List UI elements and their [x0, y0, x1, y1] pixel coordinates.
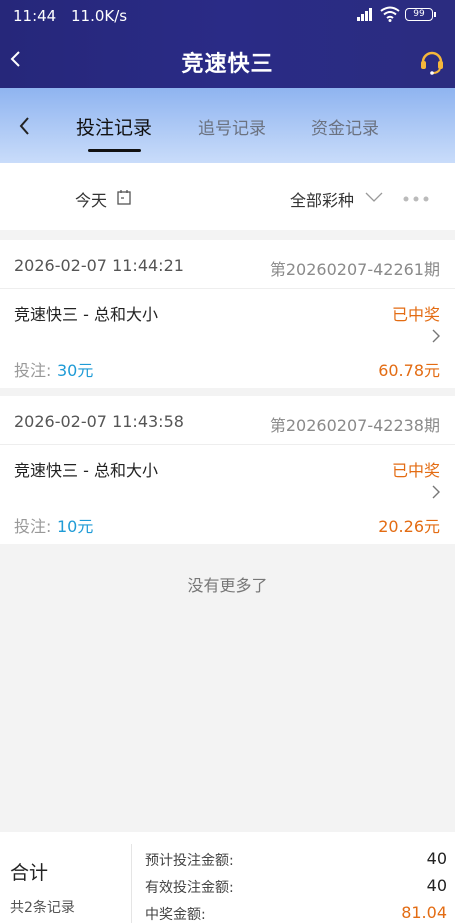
tab-chase-records[interactable]: 追号记录 — [198, 114, 266, 139]
back-arrow-icon[interactable] — [14, 113, 34, 139]
issue-number: 第20260207-42238期 — [269, 416, 440, 435]
network-speed: 11.0K/s — [71, 7, 128, 25]
expected-bet-value: 40 — [426, 849, 447, 868]
win-amount: 20.26元 — [378, 517, 440, 536]
game-name: 竞速快三 - 总和大小 — [14, 305, 158, 324]
customer-service-icon[interactable] — [418, 48, 446, 76]
status-time: 11:44 — [13, 7, 57, 25]
expected-bet-label: 预计投注金额: — [145, 853, 234, 869]
summary-panel: 合计 共2条记录 预计投注金额: 40 有效投注金额: 40 中奖金额: 81.… — [0, 832, 455, 923]
date-filter[interactable]: 今天 — [75, 187, 107, 211]
no-more-text: 没有更多了 — [187, 576, 268, 595]
win-amount: 60.78元 — [378, 361, 440, 380]
filter-bar: 今天 全部彩种 — [0, 163, 455, 230]
issue-number: 第20260207-42261期 — [269, 260, 440, 279]
tab-fund-records[interactable]: 资金记录 — [311, 114, 379, 139]
bet-time: 2026-02-07 11:44:21 — [14, 256, 184, 275]
divider — [0, 444, 455, 445]
bet-time: 2026-02-07 11:43:58 — [14, 412, 184, 431]
wifi-icon — [380, 6, 400, 22]
chevron-right-icon[interactable] — [431, 328, 441, 344]
more-options-icon[interactable] — [403, 196, 429, 202]
tab-bar: 投注记录 追号记录 资金记录 — [0, 88, 455, 163]
divider — [0, 288, 455, 289]
battery-icon: 99 — [405, 8, 436, 21]
bet-record-card[interactable]: 2026-02-07 11:44:21 第20260207-42261期 竞速快… — [0, 240, 455, 388]
lottery-filter[interactable]: 全部彩种 — [290, 187, 354, 211]
win-amount-value: 81.04 — [401, 903, 447, 922]
top-bar: 11:44 11.0K/s 99 竞速快三 — [0, 0, 455, 88]
calendar-icon[interactable] — [117, 190, 131, 205]
page-title: 竞速快三 — [181, 52, 274, 77]
active-tab-indicator — [88, 149, 141, 152]
status-bar: 11:44 11.0K/s 99 — [0, 0, 455, 32]
valid-bet-row: 有效投注金额: 40 — [145, 876, 447, 897]
bet-label: 投注: — [14, 361, 52, 380]
valid-bet-value: 40 — [426, 876, 447, 895]
game-name: 竞速快三 - 总和大小 — [14, 461, 158, 480]
record-count: 共2条记录 — [10, 900, 75, 916]
win-amount-row: 中奖金额: 81.04 — [145, 903, 447, 923]
summary-title: 合计 — [10, 862, 49, 884]
win-status: 已中奖 — [391, 461, 440, 480]
bet-label: 投注: — [14, 517, 52, 536]
win-amount-label: 中奖金额: — [145, 907, 206, 923]
divider — [131, 844, 132, 923]
signal-icon — [357, 8, 372, 21]
bet-amount: 10元 — [57, 517, 94, 536]
bet-record-card[interactable]: 2026-02-07 11:43:58 第20260207-42238期 竞速快… — [0, 396, 455, 544]
bet-amount: 30元 — [57, 361, 94, 380]
valid-bet-label: 有效投注金额: — [145, 880, 234, 896]
win-status: 已中奖 — [391, 305, 440, 324]
expected-bet-row: 预计投注金额: 40 — [145, 849, 447, 870]
chevron-down-icon[interactable] — [364, 191, 384, 203]
chevron-right-icon[interactable] — [431, 484, 441, 500]
tab-bet-records[interactable]: 投注记录 — [76, 113, 152, 140]
